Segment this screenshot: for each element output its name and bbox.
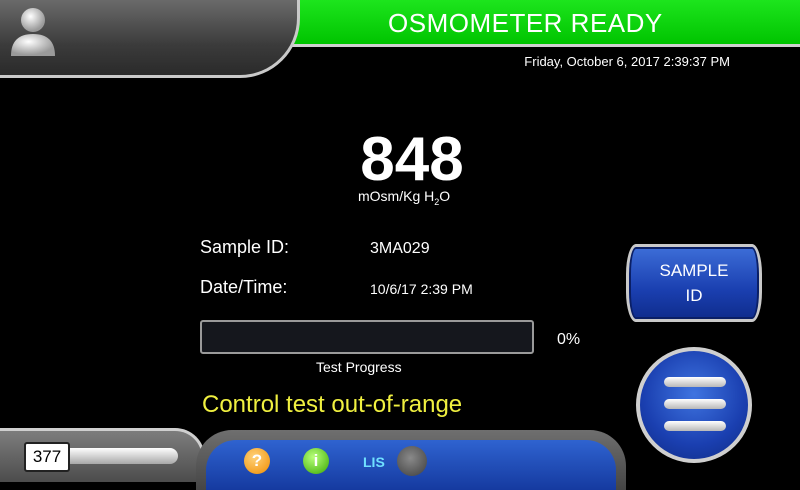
help-icon[interactable]: ? xyxy=(244,448,270,474)
test-counter: 377 xyxy=(24,442,70,472)
system-datetime: Friday, October 6, 2017 2:39:37 PM xyxy=(524,54,730,69)
sample-id-button-label: SAMPLE ID xyxy=(660,258,729,308)
status-bar: OSMOMETER READY xyxy=(268,0,800,47)
menu-line xyxy=(664,399,726,409)
counter-bar xyxy=(68,448,178,464)
test-progress-bar xyxy=(200,320,534,354)
unit-prefix: mOsm/Kg H xyxy=(358,188,435,204)
info-icon[interactable]: i xyxy=(303,448,329,474)
datetime-value: 10/6/17 2:39 PM xyxy=(370,281,473,297)
sample-id-button-line1: SAMPLE xyxy=(659,261,729,280)
warning-message: Control test out-of-range xyxy=(202,391,463,418)
progress-percent: 0% xyxy=(557,331,581,348)
menu-button[interactable] xyxy=(636,347,752,463)
user-icon[interactable] xyxy=(8,6,58,58)
osmolality-reading: 848 xyxy=(360,125,464,194)
sample-id-button[interactable]: SAMPLE ID xyxy=(626,244,762,322)
progress-label: Test Progress xyxy=(316,359,402,375)
user-panel[interactable] xyxy=(0,0,300,78)
reading-unit: mOsm/Kg H2O xyxy=(358,188,450,207)
sample-id-label: Sample ID: xyxy=(200,237,290,257)
menu-line xyxy=(664,377,726,387)
sample-id-value: 3MA029 xyxy=(370,240,430,257)
menu-line xyxy=(664,421,726,431)
datetime-label: Date/Time: xyxy=(200,277,288,297)
lis-label: LIS xyxy=(363,454,385,470)
unit-suffix: O xyxy=(439,188,451,204)
sample-id-button-line2: ID xyxy=(685,286,703,305)
status-text: OSMOMETER READY xyxy=(388,8,663,38)
lis-status-icon[interactable] xyxy=(397,446,427,476)
